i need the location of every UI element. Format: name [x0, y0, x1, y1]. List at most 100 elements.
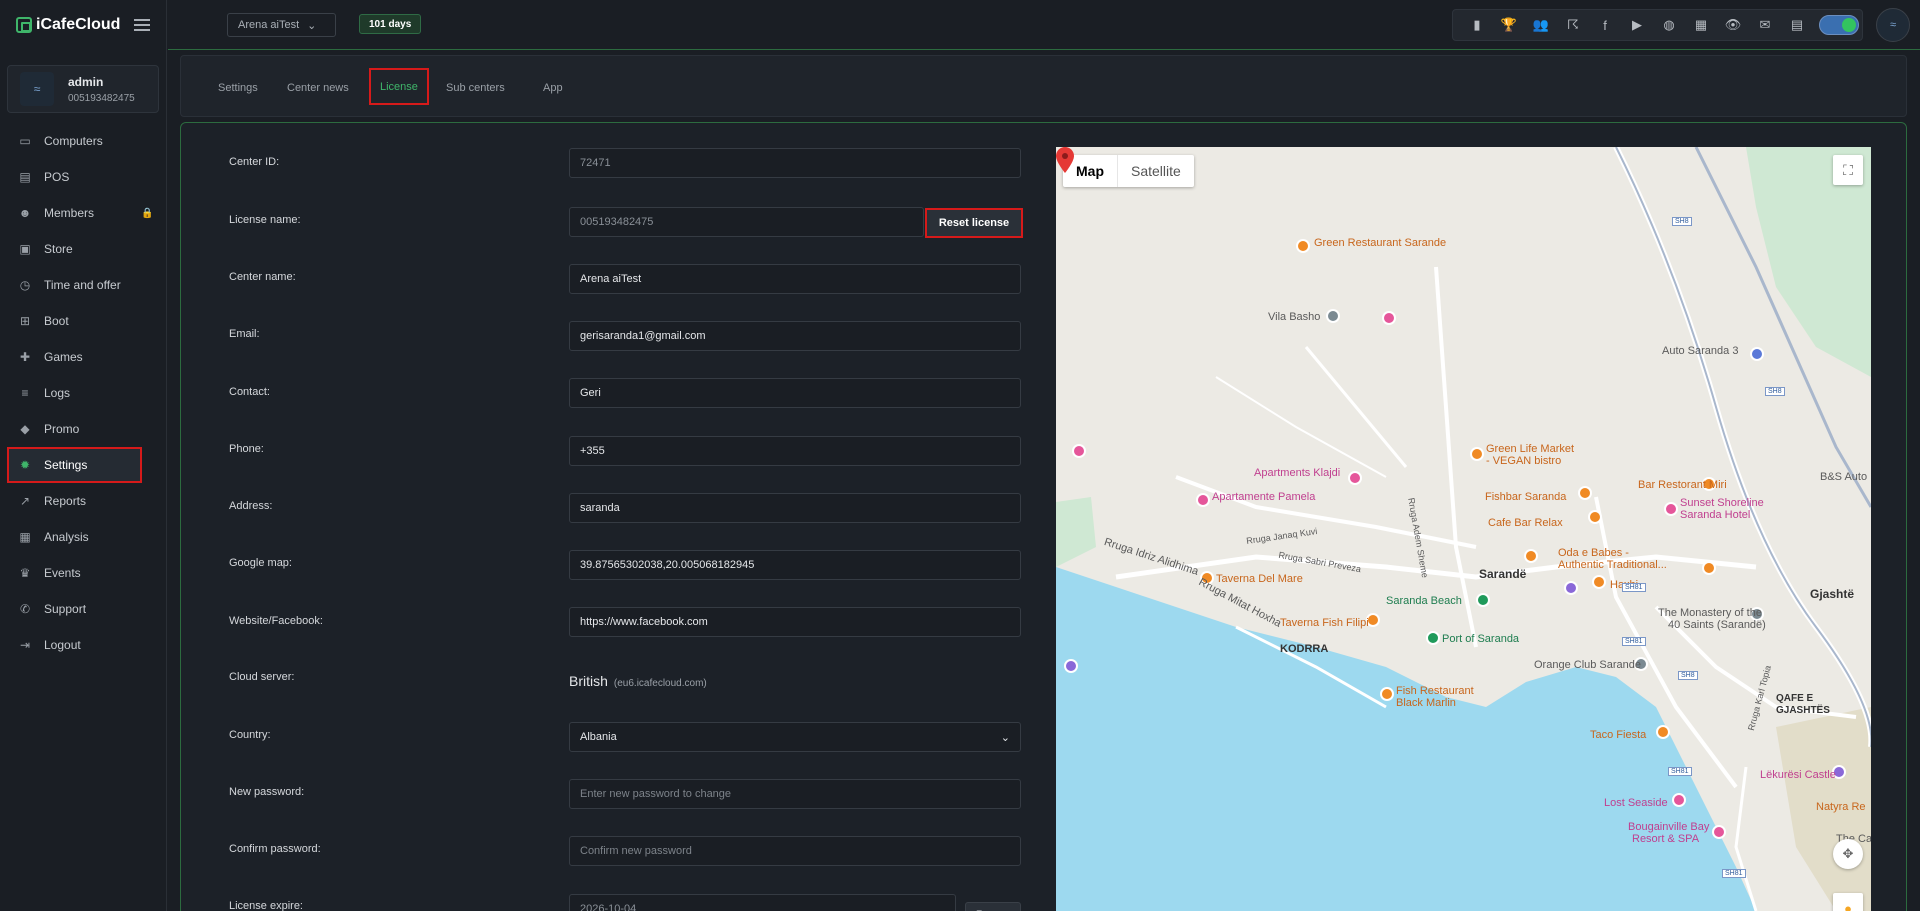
- website-field[interactable]: https://www.facebook.com: [569, 607, 1021, 637]
- hotel-pin-icon[interactable]: [1072, 444, 1086, 458]
- road-badge: SH81: [1722, 869, 1746, 878]
- attraction-pin-icon[interactable]: [1564, 581, 1578, 595]
- sidebar-item-games[interactable]: ✚ Games: [0, 339, 166, 375]
- compass-icon[interactable]: ✥: [1833, 839, 1863, 869]
- mail-icon[interactable]: ✉: [1749, 10, 1781, 40]
- map-label: Taverna Fish Filipi: [1280, 617, 1369, 629]
- car-pin-icon[interactable]: [1750, 347, 1764, 361]
- pegman-icon[interactable]: ●: [1833, 893, 1863, 911]
- facebook-icon[interactable]: f: [1589, 10, 1621, 40]
- renew-button[interactable]: Renew: [965, 902, 1021, 911]
- restaurant-pin-icon[interactable]: [1470, 447, 1484, 461]
- google-map-label: Google map:: [229, 557, 292, 569]
- hotel-pin-icon[interactable]: [1664, 502, 1678, 516]
- stats-icon[interactable]: ▮: [1461, 10, 1493, 40]
- tabs-bar: Settings Center news License Sub centers…: [180, 55, 1907, 117]
- restaurant-pin-icon[interactable]: [1592, 575, 1606, 589]
- user-card[interactable]: ≈ admin 005193482475: [7, 65, 159, 113]
- restaurant-pin-icon[interactable]: [1380, 687, 1394, 701]
- sidebar-item-logout[interactable]: ⇥ Logout: [0, 627, 166, 663]
- map-label: Bar Restorant Miri: [1638, 479, 1727, 491]
- hotel-pin-icon[interactable]: [1348, 471, 1362, 485]
- restaurant-pin-icon[interactable]: [1656, 725, 1670, 739]
- hotel-pin-icon[interactable]: [1382, 311, 1396, 325]
- map-label: Port of Saranda: [1442, 633, 1520, 645]
- map-type-satellite-button[interactable]: Satellite: [1118, 155, 1194, 187]
- restaurant-pin-icon[interactable]: [1296, 239, 1310, 253]
- app-logo[interactable]: iCafeCloud: [16, 16, 120, 34]
- rss-icon[interactable]: ☈: [1557, 10, 1589, 40]
- sidebar-item-logs[interactable]: ≡ Logs: [0, 375, 166, 411]
- hotel-pin-icon[interactable]: [1672, 793, 1686, 807]
- restaurant-pin-icon[interactable]: [1588, 510, 1602, 524]
- sidebar-item-support[interactable]: ✆ Support: [0, 591, 166, 627]
- country-label: Country:: [229, 729, 271, 741]
- sidebar-item-label: Time and offer: [44, 278, 121, 292]
- sidebar-item-promo[interactable]: ◆ Promo: [0, 411, 166, 447]
- youtube-icon[interactable]: ▶: [1621, 10, 1653, 40]
- monitor-icon: ▭: [19, 134, 31, 148]
- sidebar-item-members[interactable]: ☻ Members 🔒: [0, 195, 166, 231]
- google-map[interactable]: Map Satellite ⛶ Green Restaurant Sarande…: [1056, 147, 1871, 911]
- beach-pin-icon[interactable]: [1476, 593, 1490, 607]
- sidebar-item-label: POS: [44, 170, 70, 184]
- tab-sub-centers[interactable]: Sub centers: [446, 76, 505, 100]
- hotel-pin-icon[interactable]: [1712, 825, 1726, 839]
- road-badge: SH8: [1678, 671, 1698, 680]
- fullscreen-icon[interactable]: ⛶: [1833, 155, 1863, 185]
- sidebar-item-label: Members: [44, 206, 95, 220]
- location-marker-icon[interactable]: [1056, 147, 1074, 173]
- tab-license[interactable]: License: [369, 68, 429, 105]
- logo-row: iCafeCloud: [0, 0, 166, 50]
- tab-center-news[interactable]: Center news: [287, 76, 349, 100]
- sidebar-item-pos[interactable]: ▤ POS: [0, 159, 166, 195]
- trophy-icon[interactable]: 🏆: [1493, 10, 1525, 40]
- sidebar-item-label: Support: [44, 602, 87, 616]
- calendar-icon[interactable]: ▦: [1685, 10, 1717, 40]
- sidebar-item-events[interactable]: ♛ Events: [0, 555, 166, 591]
- sidebar-item-store[interactable]: ▣ Store: [0, 231, 166, 267]
- country-select[interactable]: Albania ⌄: [569, 722, 1021, 752]
- map-label: Sunset Shoreline: [1680, 497, 1764, 509]
- chat-icon[interactable]: ▤: [1781, 10, 1813, 40]
- landmark-pin-icon[interactable]: [1326, 309, 1340, 323]
- address-field[interactable]: saranda: [569, 493, 1021, 523]
- port-pin-icon[interactable]: [1426, 631, 1440, 645]
- sidebar-item-label: Boot: [44, 314, 69, 328]
- sidebar-item-analysis[interactable]: ▦ Analysis: [0, 519, 166, 555]
- contact-field[interactable]: Geri: [569, 378, 1021, 408]
- theme-toggle[interactable]: [1819, 15, 1859, 35]
- menu-toggle-icon[interactable]: [134, 19, 150, 31]
- sidebar-item-time-and-offer[interactable]: ◷ Time and offer: [0, 267, 166, 303]
- sidebar-item-boot[interactable]: ⊞ Boot: [0, 303, 166, 339]
- chart-line-icon: ↗: [19, 494, 31, 508]
- restaurant-pin-icon[interactable]: [1702, 561, 1716, 575]
- sidebar: iCafeCloud ≈ admin 005193482475 ▭ Compute…: [0, 0, 167, 911]
- email-field[interactable]: gerisaranda1@gmail.com: [569, 321, 1021, 351]
- attraction-pin-icon[interactable]: [1064, 659, 1078, 673]
- profile-avatar[interactable]: ≈: [1876, 8, 1910, 42]
- sidebar-nav: ▭ Computers ▤ POS ☻ Members 🔒 ▣ Store ◷ Time a…: [0, 123, 166, 663]
- chart-area-icon: ▦: [19, 530, 31, 544]
- community-icon[interactable]: 👥: [1525, 10, 1557, 40]
- phone-field[interactable]: +355: [569, 436, 1021, 466]
- map-label: Lëkurësi Castle: [1760, 769, 1836, 781]
- restaurant-pin-icon[interactable]: [1524, 549, 1538, 563]
- tab-settings[interactable]: Settings: [218, 76, 258, 100]
- confirm-password-input[interactable]: [569, 836, 1021, 866]
- clock-icon: ◷: [19, 278, 31, 292]
- sidebar-item-computers[interactable]: ▭ Computers: [0, 123, 166, 159]
- sidebar-item-settings[interactable]: ✹ Settings: [7, 447, 142, 483]
- center-select[interactable]: Arena aiTest ⌄: [227, 13, 336, 37]
- eye-icon[interactable]: 👁: [1717, 10, 1749, 40]
- new-password-input[interactable]: [569, 779, 1021, 809]
- sidebar-item-reports[interactable]: ↗ Reports: [0, 483, 166, 519]
- chevron-down-icon: ⌄: [307, 19, 317, 32]
- restaurant-pin-icon[interactable]: [1578, 486, 1592, 500]
- tab-app[interactable]: App: [543, 76, 563, 100]
- hotel-pin-icon[interactable]: [1196, 493, 1210, 507]
- center-name-field[interactable]: Arena aiTest: [569, 264, 1021, 294]
- reset-license-button[interactable]: Reset license: [925, 208, 1023, 238]
- google-map-field[interactable]: 39.87565302038,20.005068182945: [569, 550, 1021, 580]
- globe-icon[interactable]: ◍: [1653, 10, 1685, 40]
